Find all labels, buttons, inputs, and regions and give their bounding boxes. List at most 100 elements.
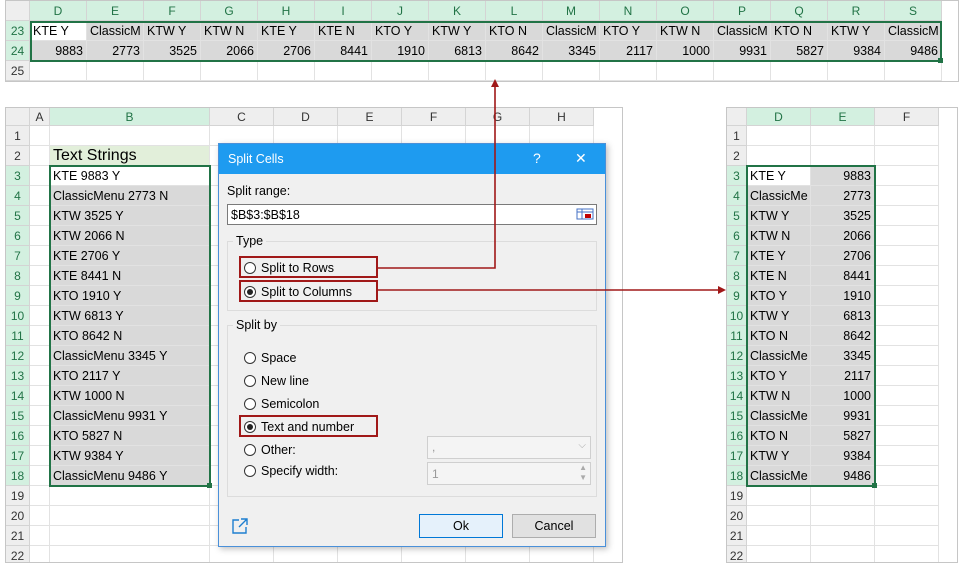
cell[interactable]: KTO Y (747, 366, 811, 386)
cell[interactable] (258, 61, 315, 81)
cell[interactable]: 9384 (811, 446, 875, 466)
column-header[interactable]: B (50, 108, 210, 126)
column-header[interactable]: Q (771, 1, 828, 21)
cell[interactable] (30, 486, 50, 506)
column-header[interactable]: D (274, 108, 338, 126)
cell[interactable]: 9486 (811, 466, 875, 486)
cell[interactable]: KTW N (657, 21, 714, 41)
cell[interactable] (30, 186, 50, 206)
range-select-icon[interactable] (576, 207, 594, 221)
cell[interactable]: ClassicMenu 9931 Y (50, 406, 210, 426)
cancel-button[interactable]: Cancel (512, 514, 596, 538)
cell[interactable] (30, 266, 50, 286)
cell[interactable] (466, 546, 530, 562)
cell[interactable]: ClassicMenu 3345 Y (50, 346, 210, 366)
cell[interactable]: 8441 (315, 41, 372, 61)
cell[interactable]: KTO 1910 Y (50, 286, 210, 306)
cell[interactable] (30, 246, 50, 266)
cell[interactable]: KTO N (771, 21, 828, 41)
cell[interactable]: KTW 3525 Y (50, 206, 210, 226)
row-header[interactable]: 2 (6, 146, 30, 166)
cell[interactable] (828, 61, 885, 81)
space-radio[interactable] (244, 352, 256, 364)
cell[interactable]: 2773 (87, 41, 144, 61)
cell[interactable]: 3345 (811, 346, 875, 366)
cell[interactable] (30, 286, 50, 306)
cell[interactable] (50, 546, 210, 562)
column-header[interactable]: D (747, 108, 811, 126)
cell[interactable] (30, 526, 50, 546)
row-header[interactable]: 8 (6, 266, 30, 286)
row-header[interactable]: 18 (727, 466, 747, 486)
specify-width-radio[interactable] (244, 465, 256, 477)
cell[interactable]: KTW Y (429, 21, 486, 41)
external-link-icon[interactable] (231, 517, 249, 538)
cell[interactable] (875, 466, 939, 486)
cell[interactable]: ClassicM (87, 21, 144, 41)
column-header[interactable]: E (87, 1, 144, 21)
row-header[interactable]: 19 (6, 486, 30, 506)
column-header[interactable]: P (714, 1, 771, 21)
row-header[interactable]: 22 (727, 546, 747, 562)
cell[interactable]: KTE Y (747, 246, 811, 266)
cell[interactable] (811, 486, 875, 506)
cell[interactable] (875, 406, 939, 426)
cell[interactable] (50, 526, 210, 546)
cell[interactable] (875, 266, 939, 286)
cell[interactable] (201, 61, 258, 81)
cell[interactable]: KTW N (747, 226, 811, 246)
column-header[interactable]: H (258, 1, 315, 21)
cell[interactable] (811, 506, 875, 526)
width-spinner[interactable]: 1 ▲ ▼ (427, 462, 591, 485)
cell[interactable] (600, 61, 657, 81)
cell[interactable] (875, 346, 939, 366)
row-header[interactable]: 9 (727, 286, 747, 306)
fill-handle[interactable] (872, 483, 877, 488)
cell[interactable]: KTE 8441 N (50, 266, 210, 286)
cell[interactable] (530, 546, 594, 562)
cell[interactable]: 1910 (372, 41, 429, 61)
cell[interactable]: 1000 (657, 41, 714, 61)
row-header[interactable]: 5 (6, 206, 30, 226)
fill-handle[interactable] (207, 483, 212, 488)
cell[interactable]: 2706 (258, 41, 315, 61)
row-header[interactable]: 13 (6, 366, 30, 386)
row-header[interactable]: 16 (727, 426, 747, 446)
cell[interactable]: KTE N (747, 266, 811, 286)
help-button[interactable]: ? (533, 150, 541, 166)
cell[interactable] (811, 146, 875, 166)
cell[interactable] (87, 61, 144, 81)
other-label[interactable]: Other: (261, 443, 296, 457)
cell[interactable] (747, 546, 811, 562)
cell[interactable]: KTW Y (747, 206, 811, 226)
cell[interactable] (875, 226, 939, 246)
cell[interactable] (875, 126, 939, 146)
row-header[interactable]: 8 (727, 266, 747, 286)
row-header[interactable]: 12 (727, 346, 747, 366)
column-header[interactable]: O (657, 1, 714, 21)
split-range-input[interactable]: $B$3:$B$18 (227, 204, 597, 225)
cell[interactable]: 2117 (600, 41, 657, 61)
cell[interactable] (875, 326, 939, 346)
cell[interactable] (875, 166, 939, 186)
row-header[interactable]: 9 (6, 286, 30, 306)
cell[interactable]: KTO N (747, 426, 811, 446)
cell[interactable]: 3345 (543, 41, 600, 61)
cell[interactable] (30, 326, 50, 346)
cell[interactable]: 1910 (811, 286, 875, 306)
cell[interactable] (875, 546, 939, 562)
cell[interactable] (811, 546, 875, 562)
cell[interactable] (30, 146, 50, 166)
cell[interactable] (30, 206, 50, 226)
cell[interactable] (30, 126, 50, 146)
cell[interactable] (30, 306, 50, 326)
row-header[interactable]: 13 (727, 366, 747, 386)
row-header[interactable]: 23 (6, 21, 30, 41)
cell[interactable] (875, 186, 939, 206)
cell[interactable] (210, 546, 274, 562)
cell[interactable]: KTE Y (258, 21, 315, 41)
cell[interactable]: 9883 (30, 41, 87, 61)
cell[interactable] (30, 366, 50, 386)
column-header[interactable]: N (600, 1, 657, 21)
column-header[interactable]: H (530, 108, 594, 126)
